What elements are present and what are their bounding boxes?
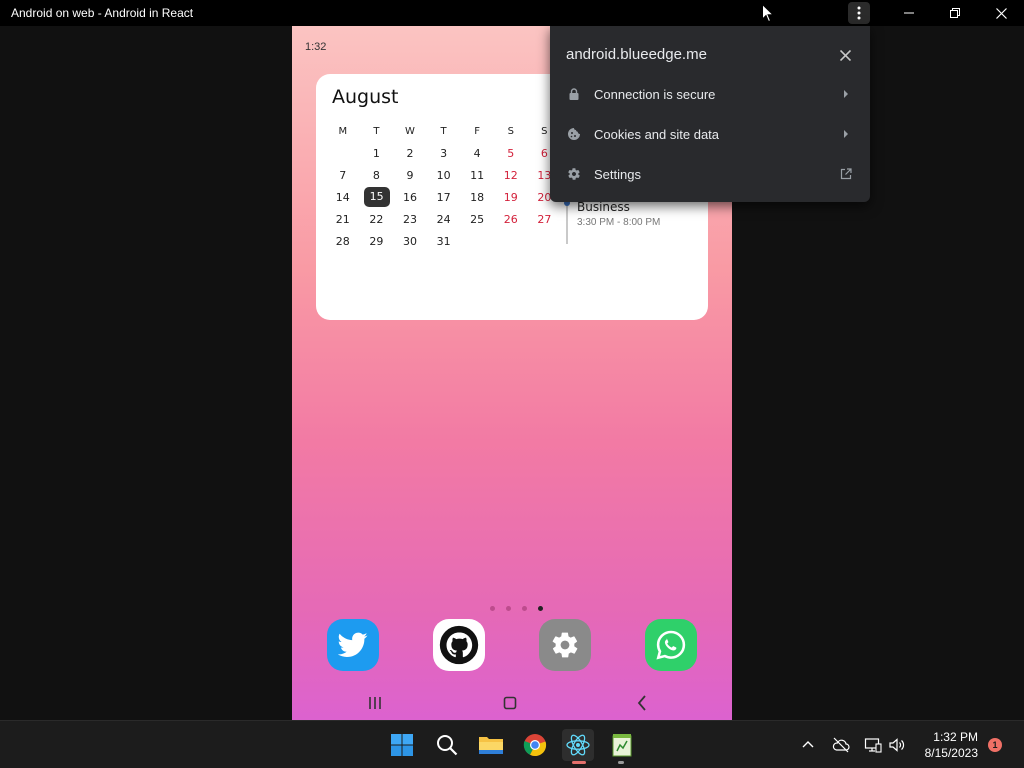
chevron-up-icon[interactable]: [800, 737, 816, 753]
calendar-day[interactable]: 7: [326, 169, 360, 182]
more-vert-icon[interactable]: [848, 2, 870, 24]
github-icon[interactable]: [433, 619, 485, 671]
cookie-icon: [566, 126, 582, 142]
calendar-week-row: 14 15 16 17 18 19 20: [326, 186, 566, 208]
calendar-day[interactable]: 16: [393, 191, 427, 204]
calendar-day[interactable]: 22: [360, 213, 394, 226]
site-info-popup: android.blueedge.me Connection is secure…: [550, 26, 870, 202]
calendar-day-today[interactable]: 15: [363, 187, 390, 207]
chevron-right-icon: [840, 128, 852, 140]
calendar-day[interactable]: 21: [326, 213, 360, 226]
clock-date: 8/15/2023: [924, 746, 978, 760]
calendar-weekday: M: [338, 125, 348, 137]
calendar-day[interactable]: 24: [427, 213, 461, 226]
calendar-day[interactable]: 29: [360, 235, 394, 248]
mouse-cursor-icon: [762, 3, 775, 28]
windows-taskbar: 1:32 PM 8/15/2023 1: [0, 720, 1024, 768]
clock-time: 1:32 PM: [933, 730, 978, 744]
active-app-indicator: [572, 761, 586, 764]
window-titlebar: Android on web - Android in React: [0, 0, 1024, 26]
volume-icon[interactable]: [888, 736, 906, 754]
calendar-day[interactable]: 5: [494, 147, 528, 160]
page-dot: [506, 606, 511, 611]
calendar-day[interactable]: 2: [393, 147, 427, 160]
calendar-grid: M T W T F S S 1 2 3 4 5 6 7 8 9 10 11 12 13 14 15 16 17 18 19 20 21…: [326, 120, 566, 252]
cookies-site-data-item[interactable]: Cookies and site data: [550, 114, 870, 154]
calendar-week-row: 123456: [326, 142, 566, 164]
calendar-day[interactable]: 26: [494, 213, 528, 226]
gear-icon: [566, 166, 582, 182]
calendar-weekday: W: [405, 125, 415, 137]
calendar-day[interactable]: 28: [326, 235, 360, 248]
restore-icon[interactable]: [932, 0, 978, 26]
chrome-icon[interactable]: [519, 729, 551, 761]
close-icon[interactable]: [836, 46, 854, 64]
event-time: 3:30 PM - 8:00 PM: [577, 217, 661, 228]
calendar-day[interactable]: 11: [460, 169, 494, 182]
site-settings-label: Settings: [594, 166, 641, 182]
cookies-site-data-label: Cookies and site data: [594, 126, 720, 142]
lock-icon: [566, 86, 582, 102]
back-icon[interactable]: [631, 692, 653, 714]
home-icon[interactable]: [499, 692, 521, 714]
calendar-day[interactable]: 12: [494, 169, 528, 182]
page-dot: [490, 606, 495, 611]
external-link-icon: [840, 168, 852, 180]
chevron-right-icon: [840, 88, 852, 100]
notepad-icon[interactable]: [606, 729, 638, 761]
calendar-event[interactable]: Business 3:30 PM - 8:00 PM: [564, 200, 661, 244]
calendar-day[interactable]: 27: [528, 213, 562, 226]
calendar-day[interactable]: 23: [393, 213, 427, 226]
calendar-day[interactable]: 31: [427, 235, 461, 248]
connection-secure-label: Connection is secure: [594, 86, 716, 102]
network-icon[interactable]: [864, 736, 882, 754]
running-app-indicator: [618, 761, 624, 764]
window-title: Android on web - Android in React: [11, 6, 194, 20]
calendar-week-row: 21 22 23 24 25 26 27: [326, 208, 566, 230]
windows-start-icon[interactable]: [386, 729, 418, 761]
calendar-day[interactable]: 3: [427, 147, 461, 160]
cloud-offline-icon[interactable]: [832, 736, 850, 754]
calendar-day[interactable]: 4: [460, 147, 494, 160]
recent-apps-icon[interactable]: [364, 692, 386, 714]
calendar-day[interactable]: 30: [393, 235, 427, 248]
screen: Android on web - Android in React 1:32 A…: [0, 0, 1024, 768]
calendar-month: August: [332, 86, 399, 108]
calendar-week-row: 7 8 9 10 11 12 13: [326, 164, 566, 186]
calendar-weekday: F: [474, 125, 481, 137]
site-settings-item[interactable]: Settings: [550, 154, 870, 194]
calendar-day[interactable]: 19: [494, 191, 528, 204]
calendar-day[interactable]: 25: [460, 213, 494, 226]
twitter-icon[interactable]: [327, 619, 379, 671]
calendar-day[interactable]: 18: [460, 191, 494, 204]
connection-secure-item[interactable]: Connection is secure: [550, 74, 870, 114]
settings-gear-icon[interactable]: [539, 619, 591, 671]
search-icon[interactable]: [431, 729, 463, 761]
notification-badge[interactable]: 1: [988, 738, 1002, 752]
calendar-day[interactable]: 1: [360, 147, 394, 160]
page-dot: [522, 606, 527, 611]
calendar-week-row: 28 29 30 31: [326, 230, 566, 252]
whatsapp-icon[interactable]: [645, 619, 697, 671]
calendar-day[interactable]: 14: [326, 191, 360, 204]
minimize-icon[interactable]: [886, 0, 932, 26]
calendar-day[interactable]: 8: [360, 169, 394, 182]
home-page-indicator: [490, 606, 543, 611]
taskbar-clock[interactable]: 1:32 PM 8/15/2023: [914, 729, 978, 761]
page-dot: [538, 606, 543, 611]
event-title: Business: [577, 200, 630, 214]
calendar-weekday-row: MTWTFSS: [326, 120, 566, 142]
folder-icon[interactable]: [475, 729, 507, 761]
react-icon[interactable]: [562, 729, 594, 761]
site-domain: android.blueedge.me: [566, 46, 707, 63]
calendar-day[interactable]: 17: [427, 191, 461, 204]
android-navbar: [292, 686, 732, 720]
calendar-weekday: T: [440, 125, 447, 137]
calendar-weekday: T: [373, 125, 380, 137]
close-icon[interactable]: [978, 0, 1024, 26]
calendar-day[interactable]: 9: [393, 169, 427, 182]
calendar-day[interactable]: 10: [427, 169, 461, 182]
calendar-weekday: S: [507, 125, 514, 137]
status-bar-time: 1:32: [305, 41, 327, 53]
